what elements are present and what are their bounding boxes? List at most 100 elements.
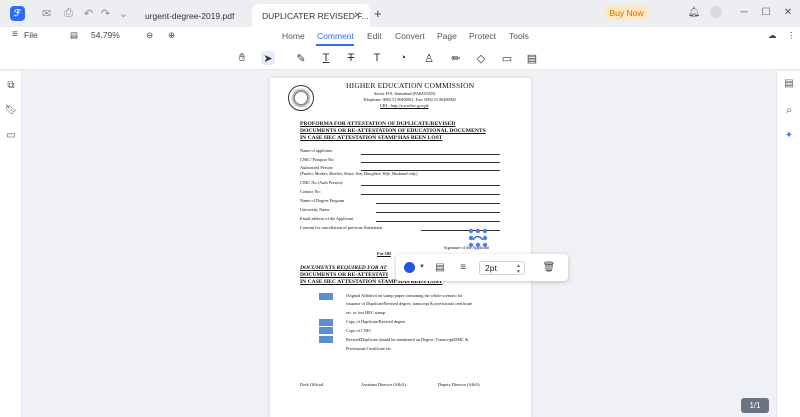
chevron-down-icon[interactable]: ⌄ (117, 7, 130, 20)
color-picker[interactable] (404, 262, 415, 273)
pdf-page[interactable]: HIGHER EDUCATION COMMISSION Sector H-9, … (270, 78, 531, 417)
new-tab-icon[interactable]: + (374, 6, 382, 21)
field-label: Name of applicant: (300, 148, 333, 153)
field-line (376, 203, 500, 204)
proforma-heading-3: IN CASE HEC ATTESTATION STAMP HAS BEEN L… (300, 135, 443, 141)
page-indicator[interactable]: 1/1 (741, 398, 769, 413)
close-window-icon[interactable]: ✕ (781, 5, 795, 19)
requirement-text: issuance of Duplicate/Revised degree, tr… (346, 301, 472, 306)
comments-icon[interactable]: ▭ (5, 129, 17, 141)
chevron-down-icon[interactable]: ▼ (415, 260, 429, 274)
maximize-icon[interactable]: ☐ (759, 5, 773, 19)
field-line (361, 154, 500, 155)
stroke-width-input[interactable]: 2pt ▲ ▼ (479, 261, 525, 275)
line-style-icon[interactable]: ≡ (456, 260, 470, 274)
comment-note-icon[interactable]: ▤ (525, 51, 539, 65)
requirement-text: etc. or lost HEC stamp (346, 310, 386, 315)
app-logo-icon[interactable]: ℱ (10, 6, 25, 21)
underline-icon[interactable]: T (319, 51, 333, 65)
close-tab-icon[interactable]: ✕ (353, 10, 361, 21)
ai-assistant-icon[interactable]: ✦ (783, 129, 795, 141)
requirement-text: Revised/Duplicate should be mentioned on… (346, 337, 469, 342)
address-line-2: Telephone: 0092 51 90400011, Fax: 0092 5… (363, 97, 456, 102)
requirement-text: Original Affidavit on stamp paper contai… (346, 293, 463, 298)
requirement-text: Copy of Duplicate/Revised degree (346, 319, 406, 324)
zoom-level[interactable]: 54.79% (91, 30, 120, 40)
field-label: University Name (300, 207, 330, 212)
shape-icon[interactable]: ◔ (396, 51, 410, 65)
proforma-heading-2: DOCUMENTS OR RE-ATTESTATION OF EDUCATION… (300, 128, 486, 134)
annotation-properties-toolbar: ▼ ▤ ≡ 2pt ▲ ▼ 🗑︎ (396, 254, 568, 281)
selected-annotation[interactable] (467, 228, 489, 248)
field-line (376, 212, 500, 213)
checkbox-marker (319, 336, 333, 343)
file-menu[interactable]: File (24, 30, 38, 40)
field-line (361, 185, 500, 186)
website-url: URL: http://www.hec.gov.pk (380, 103, 429, 108)
tab-home[interactable]: Home (282, 31, 305, 41)
field-line (376, 221, 500, 222)
comment-toolbar: ✋︎ ➤ ✎ T T T ◔ ♙ ✏ ◇ ▭ ▤ (0, 46, 800, 70)
page-view-icon[interactable]: ▤ (70, 30, 78, 41)
tab-comment[interactable]: Comment (317, 31, 354, 41)
hec-emblem (288, 85, 314, 111)
tab-convert[interactable]: Convert (395, 31, 425, 41)
zoom-out-icon[interactable]: ⊖ (146, 30, 153, 41)
avatar[interactable] (710, 6, 722, 18)
field-label: Consent for cancellation of previous Att… (300, 225, 383, 230)
hamburger-icon[interactable]: ≡ (12, 29, 18, 40)
commission-title: HIGHER EDUCATION COMMISSION (346, 81, 475, 90)
left-sidebar: ⧉ 🔖︎ ▭ (0, 71, 22, 417)
strikethrough-icon[interactable]: T (344, 51, 358, 65)
rectangle-icon[interactable]: ▭ (500, 51, 514, 65)
thumbnails-icon[interactable]: ⧉ (5, 79, 17, 91)
required-heading-2: DOCUMENTS OR RE-ATTESTATI (300, 272, 388, 278)
field-label: Email address of the Applicant (300, 216, 353, 221)
highlight-icon[interactable]: ✎ (294, 51, 308, 65)
mail-icon[interactable]: ✉ (40, 7, 53, 20)
minimize-icon[interactable]: ─ (737, 5, 751, 19)
search-icon[interactable]: ⌕ (783, 104, 795, 116)
field-label: CNIC No (Auth Person): (300, 180, 344, 185)
checkbox-marker (319, 327, 333, 334)
buy-now-button[interactable]: Buy Now (605, 5, 648, 20)
text-box-icon[interactable]: T (370, 51, 384, 65)
signatory-deputy-director: Deputy Director (A&A) (438, 382, 480, 387)
requirement-text: Provisional Certificate etc. (346, 346, 392, 351)
pencil-icon[interactable]: ✏ (449, 51, 463, 65)
stroke-width-value: 2pt (485, 263, 497, 273)
redo-icon[interactable]: ↷ (99, 7, 112, 20)
tab-urgent-degree[interactable]: urgent-degree-2019.pdf (135, 4, 250, 27)
properties-icon[interactable]: ▤ (783, 77, 795, 89)
undo-icon[interactable]: ↶ (82, 7, 95, 20)
field-line (361, 194, 500, 195)
tab-page[interactable]: Page (437, 31, 457, 41)
more-icon[interactable]: ⋮ (787, 30, 796, 41)
requirement-text: Copy of CNIC (346, 328, 372, 333)
hand-tool-icon[interactable]: ✋︎ (235, 51, 249, 65)
tab-tools[interactable]: Tools (509, 31, 529, 41)
checkbox-marker (319, 293, 333, 300)
select-tool-icon[interactable]: ➤ (261, 51, 275, 65)
signatory-desk-official: Desk Official (300, 382, 324, 387)
note-icon[interactable]: ▤ (433, 260, 447, 274)
cloud-upload-icon[interactable]: ☁ (768, 30, 777, 41)
delete-icon[interactable]: 🗑︎ (542, 260, 556, 274)
tab-protect[interactable]: Protect (469, 31, 496, 41)
stamp-icon[interactable]: ♙ (422, 51, 436, 65)
required-heading-1: DOCUMENTS REQUIRED FOR AT (300, 265, 387, 271)
decrease-icon[interactable]: ▼ (516, 269, 521, 275)
print-icon[interactable]: ⎙ (62, 7, 75, 20)
notification-icon[interactable]: 🔔︎ (687, 5, 701, 19)
bookmark-icon[interactable]: 🔖︎ (5, 104, 18, 116)
signatory-assistant-director: Assistant Director (A&A) (361, 382, 406, 387)
proforma-heading-1: PROFORMA FOR ATTESTATION OF DUPLICATE/RE… (300, 121, 456, 127)
address-line-1: Sector H-9, Islamabad (PAKISTAN) (374, 91, 436, 96)
zoom-in-icon[interactable]: ⊕ (168, 30, 175, 41)
field-label: Authorized Person: (300, 165, 334, 170)
field-line (361, 162, 500, 163)
tab-duplicater[interactable]: DUPLICATER REVISED F... ✕ (252, 4, 370, 27)
field-label: Name of Degree Program (300, 198, 345, 203)
eraser-icon[interactable]: ◇ (474, 51, 488, 65)
tab-edit[interactable]: Edit (367, 31, 382, 41)
